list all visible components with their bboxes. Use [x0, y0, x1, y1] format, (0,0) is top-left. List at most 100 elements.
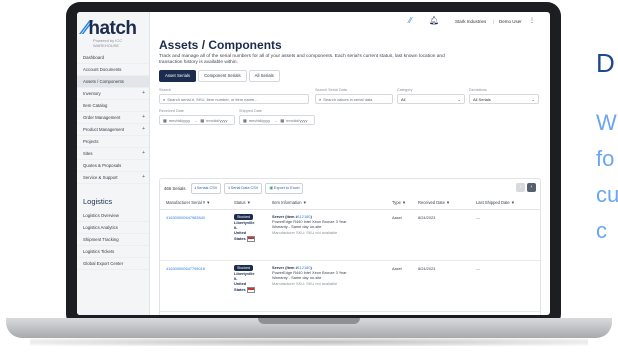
table-row[interactable]: 416300000647795018 Stocked Libertyville …: [160, 261, 540, 312]
pagination: ‹ ›: [516, 183, 536, 192]
hatch-logo[interactable]: ⁄⁄hatch: [83, 18, 137, 40]
serial-count: 466 Serials: [164, 185, 186, 191]
search-label: Search: [159, 88, 172, 92]
calendar-icon: ▦: [163, 118, 167, 123]
sidebar-item-order-management[interactable]: Order Management +: [77, 112, 149, 124]
side-text-line-2: fo: [596, 146, 615, 171]
serial-tabs: Asset Serials Component Serials All Seri…: [159, 70, 280, 82]
side-heading-letter: D: [596, 48, 615, 78]
status-cell: Stocked Libertyville IL United States: [234, 265, 255, 293]
status-cell: Stocked Libertyville IL United States: [234, 214, 255, 242]
side-text-line-1: W: [596, 110, 617, 135]
shipped-date-range[interactable]: ▦ mm/dd/yyyy → ▦ mm/dd/yyyy: [239, 115, 315, 125]
item-info-cell: Server (Item #112180) PowerEdge R440 Int…: [272, 265, 347, 286]
last-shipped-cell: ---: [476, 215, 480, 220]
sidebar-item-inventory[interactable]: Inventory +: [77, 88, 149, 100]
sidebar-item-global-export-center[interactable]: Global Export Center: [77, 258, 149, 270]
tab-all-serials[interactable]: All Serials: [248, 70, 280, 82]
column-header-last-shipped[interactable]: Last Shipped Date ▼: [476, 200, 515, 205]
laptop-shadow: [30, 338, 588, 346]
category-label: Category: [397, 88, 413, 92]
bell-icon[interactable]: 🔔︎: [429, 16, 439, 25]
sidebar-item-quotes-proposals[interactable]: Quotes & Proposals: [77, 160, 149, 172]
table-header: Manufacturer Serial # ▼ Status ▼ Item In…: [160, 197, 540, 210]
export-excel-button[interactable]: ▣Export to Excel: [265, 182, 304, 194]
deviations-select[interactable]: All Serials ⌄: [469, 94, 539, 104]
us-flag-icon: [246, 235, 255, 242]
top-bar: ⁄⁄ 🔔︎ Stark Industries | Demo User ⋮: [149, 12, 550, 32]
last-shipped-cell: ---: [476, 266, 480, 271]
sidebar-item-product-management[interactable]: Product Management +: [77, 124, 149, 136]
hatch-mark-icon[interactable]: ⁄⁄: [409, 16, 412, 25]
expand-plus-icon: +: [142, 150, 145, 156]
item-info-cell: Server (Item #112180) PowerEdge R440 Int…: [272, 214, 347, 235]
chevron-down-icon: ⌄: [531, 97, 535, 102]
search-input[interactable]: ⌕ Search serial #, SKU, item number, or i…: [159, 94, 309, 104]
us-flag-icon: [246, 286, 255, 293]
expand-plus-icon: +: [142, 174, 145, 180]
tab-component-serials[interactable]: Component Serials: [198, 70, 247, 82]
serial-data-label: Search Serial Data: [315, 88, 347, 92]
user-name[interactable]: Demo User: [499, 19, 522, 24]
sidebar-item-logistics-overview[interactable]: Logistics Overview: [77, 210, 149, 222]
sidebar-section-logistics: Logistics: [83, 197, 113, 206]
serial-link[interactable]: 416300000647983840: [166, 215, 205, 220]
search-icon: ⌕: [163, 97, 166, 102]
search-icon: ⌕: [319, 97, 322, 102]
laptop-notch: [258, 318, 360, 324]
excel-icon: ▣: [269, 185, 273, 190]
type-cell: Asset: [392, 215, 402, 220]
serial-link[interactable]: 416300000647795018: [166, 266, 205, 271]
sidebar-item-dashboard[interactable]: Dashboard: [77, 52, 149, 64]
sidebar-item-shipment-tracking[interactable]: Shipment Tracking: [77, 234, 149, 246]
received-date-cell: 8/24/2023: [418, 266, 436, 271]
column-header-received-date[interactable]: Received Date ▼: [418, 200, 450, 205]
sidebar-item-item-catalog[interactable]: Item Catalog: [77, 100, 149, 112]
topbar-separator: |: [493, 19, 495, 24]
sidebar-item-service-support[interactable]: Service & Support +: [77, 172, 149, 184]
category-select[interactable]: All ⌄: [397, 94, 465, 104]
sidebar-item-account-documents[interactable]: Account Documents: [77, 64, 149, 76]
calendar-icon: ▦: [200, 118, 205, 123]
results-toolbar: 466 Serials ⭳Serials CSV ⭳Serial Data CS…: [164, 182, 304, 194]
side-text-line-4: c: [596, 218, 607, 243]
serial-data-csv-button[interactable]: ⭳Serial Data CSV: [224, 182, 263, 194]
sidebar-nav: Dashboard Account Documents Assets / Com…: [77, 52, 149, 270]
page-description: Track and manage all of the serial numbe…: [159, 54, 445, 66]
received-date-label: Received Date: [159, 109, 184, 113]
calendar-icon: ▦: [280, 118, 285, 123]
results-panel: 466 Serials ⭳Serials CSV ⭳Serial Data CS…: [159, 178, 541, 315]
sidebar: ⁄⁄hatch Powered by ICC WAREHOUSE Dashboa…: [77, 12, 150, 315]
column-header-serial[interactable]: Manufacturer Serial # ▼: [166, 200, 210, 205]
sidebar-item-logistics-tickets[interactable]: Logistics Tickets: [77, 246, 149, 258]
prev-page-button[interactable]: ‹: [516, 183, 525, 192]
sidebar-item-assets-components[interactable]: Assets / Components: [77, 76, 149, 88]
expand-plus-icon: +: [142, 126, 145, 132]
column-header-status[interactable]: Status ▼: [234, 200, 251, 205]
tab-asset-serials[interactable]: Asset Serials: [159, 70, 197, 82]
expand-plus-icon: +: [142, 90, 145, 96]
expand-plus-icon: +: [142, 114, 145, 120]
shipped-date-label: Shipped Date: [239, 109, 263, 113]
company-name[interactable]: Stark Industries: [455, 19, 486, 24]
deviations-label: Deviations: [469, 88, 487, 92]
logo-subtitle: Powered by ICC WAREHOUSE: [93, 38, 123, 48]
received-date-range[interactable]: ▦ mm/dd/yyyy → ▦ mm/dd/yyyy: [159, 115, 235, 125]
side-text-line-3: cu: [596, 182, 618, 207]
column-header-item-info[interactable]: Item Information ▼: [272, 200, 307, 205]
next-page-button[interactable]: ›: [527, 183, 536, 192]
table-row[interactable]: 416300000647983840 Stocked Libertyville …: [160, 210, 540, 261]
laptop-screen: ⁄⁄hatch Powered by ICC WAREHOUSE Dashboa…: [77, 12, 550, 315]
calendar-icon: ▦: [243, 118, 247, 123]
serials-csv-button[interactable]: ⭳Serials CSV: [190, 182, 222, 194]
column-header-type[interactable]: Type ▼: [392, 200, 406, 205]
download-icon: ⭳: [194, 185, 196, 190]
more-menu-icon[interactable]: ⋮: [529, 17, 535, 24]
sidebar-item-projects[interactable]: Projects: [77, 136, 149, 148]
received-date-cell: 8/24/2023: [418, 215, 436, 220]
sidebar-item-sites[interactable]: Sites +: [77, 148, 149, 160]
serial-data-search-input[interactable]: ⌕ Search values in serial data: [315, 94, 393, 104]
type-cell: Asset: [392, 266, 402, 271]
page-title: Assets / Components: [159, 38, 282, 52]
sidebar-item-logistics-analytics[interactable]: Logistics Analytics: [77, 222, 149, 234]
